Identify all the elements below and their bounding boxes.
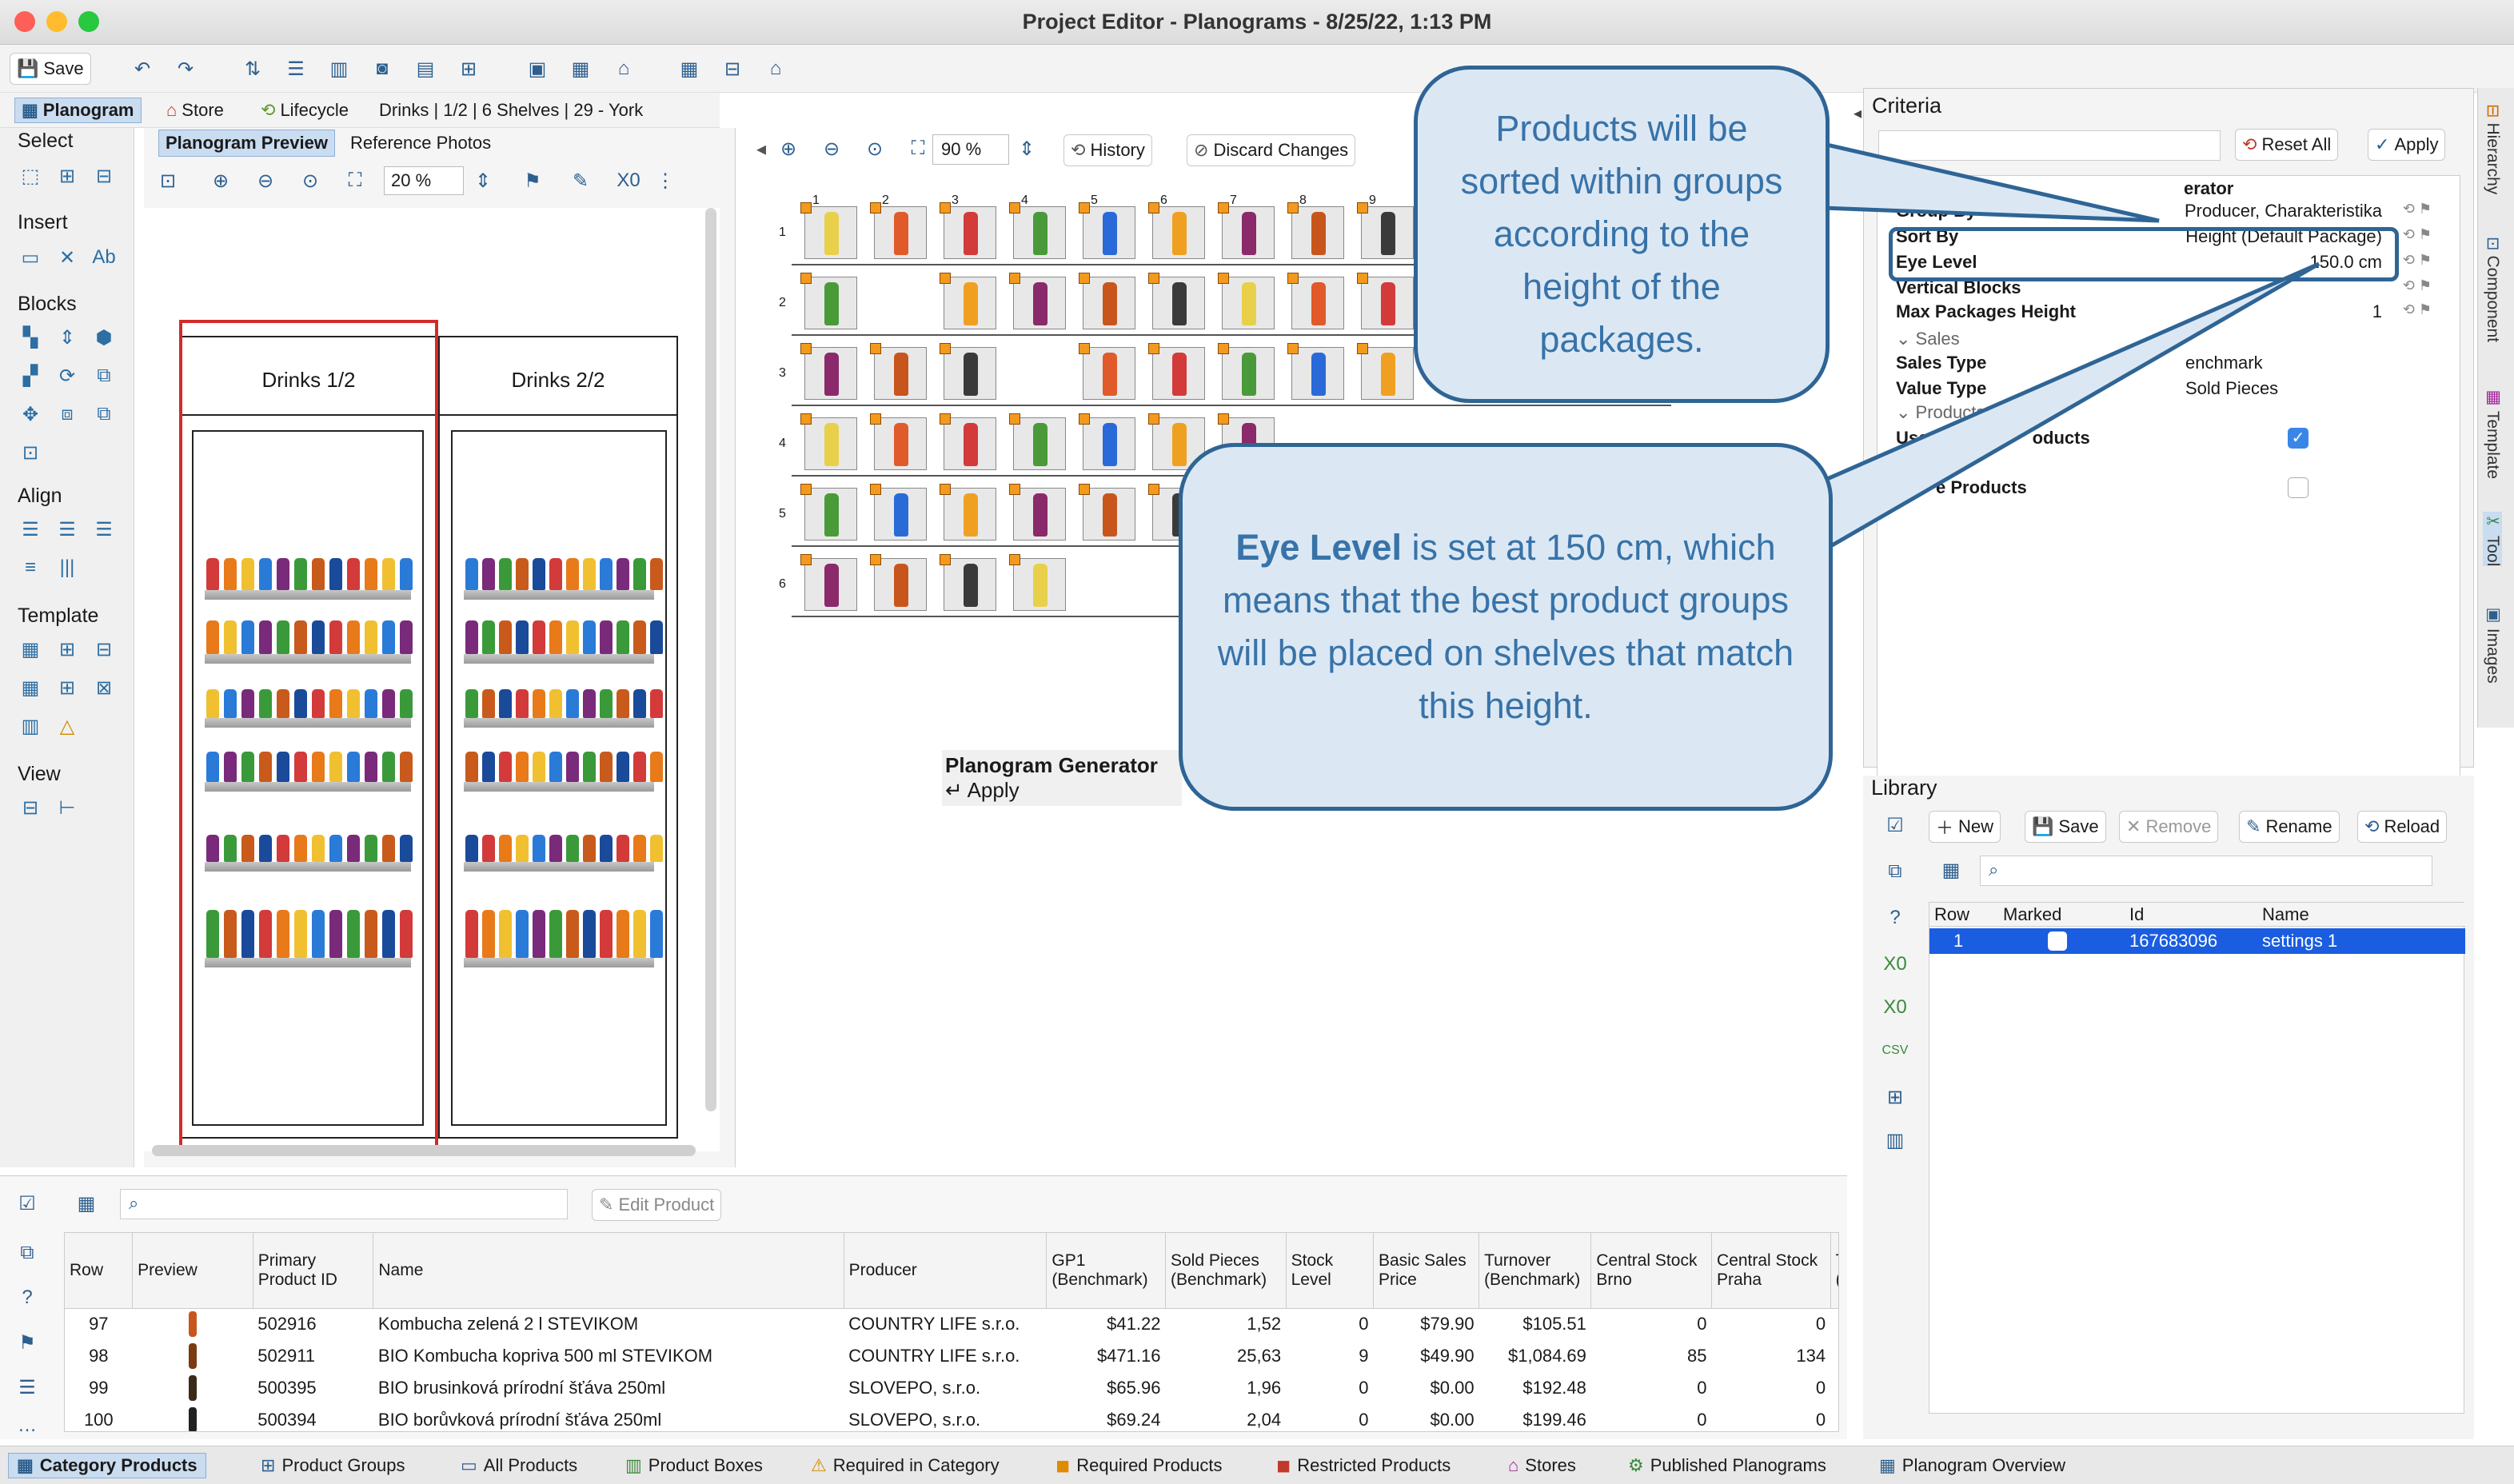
eye-level-callout-text: Eye Level is set at 150 cm, which means …	[1215, 521, 1797, 732]
sort-callout: Products will be sorted within groups ac…	[1414, 66, 1830, 403]
sort-callout-pointer	[1821, 141, 2160, 223]
eye-callout-pointer	[1805, 261, 2320, 564]
sort-callout-text: Products will be sorted within groups ac…	[1460, 108, 1783, 360]
eye-level-bold: Eye Level	[1235, 527, 1402, 568]
eye-level-callout: Eye Level is set at 150 cm, which means …	[1179, 443, 1833, 811]
